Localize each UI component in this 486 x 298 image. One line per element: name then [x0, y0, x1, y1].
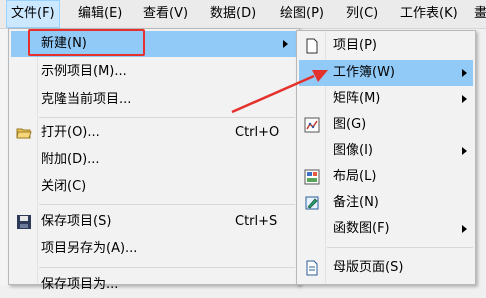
menu-worksheet[interactable]: 工作表(K)	[396, 0, 462, 28]
menu-item-label: 备注(N)	[333, 195, 379, 210]
menu-bar: 文件(F) 编辑(E) 查看(V) 数据(D) 绘图(P) 列(C) 工作表(K…	[0, 0, 486, 29]
menu-item-clone-project[interactable]: 克隆当前项目...	[11, 87, 297, 113]
menu-item-label: 图(G)	[333, 117, 367, 132]
menu-item-label: 示例项目(M)...	[41, 64, 127, 79]
menu-separator	[327, 247, 473, 248]
open-folder-icon	[16, 128, 32, 139]
menu-item-label: 布局(L)	[333, 169, 377, 184]
graph-icon	[304, 117, 320, 133]
menu-item-label: 母版页面(S)	[333, 260, 404, 275]
submenu-item-image[interactable]: 图像(I)	[299, 138, 473, 164]
menu-item-label: 图像(I)	[333, 143, 373, 158]
menu-item-label: 关闭(C)	[41, 179, 87, 194]
layout-icon	[304, 169, 320, 185]
submenu-item-master-page[interactable]: 母版页面(S)	[299, 255, 473, 281]
menu-separator	[39, 117, 295, 118]
menu-item-save-project-partial[interactable]: 保存项目为...	[11, 272, 297, 298]
menu-item-save-project-as[interactable]: 项目另存为(A)...	[11, 236, 297, 262]
new-submenu: 项目(P) 工作簿(W) 矩阵(M) 图(G) 图像(I) 布局(L) 备注(N…	[296, 30, 476, 285]
blank-page-icon	[306, 38, 318, 54]
menu-item-label: 项目另存为(A)...	[41, 241, 138, 256]
menu-item-open[interactable]: 打开(O)... Ctrl+O	[11, 120, 297, 146]
submenu-arrow-icon	[462, 95, 467, 103]
menu-item-label: 附加(D)...	[41, 152, 100, 167]
menu-edit[interactable]: 编辑(E)	[74, 0, 126, 28]
menu-separator	[39, 204, 295, 205]
menu-plot[interactable]: 绘图(P)	[276, 0, 328, 28]
menu-column[interactable]: 列(C)	[342, 0, 382, 28]
menu-item-label: 保存项目(S)	[41, 214, 112, 229]
submenu-arrow-icon	[462, 147, 467, 155]
menu-item-close[interactable]: 关闭(C)	[11, 174, 297, 200]
submenu-item-notes[interactable]: 备注(N)	[299, 190, 473, 216]
save-disk-icon	[17, 215, 31, 229]
master-page-icon	[306, 260, 318, 276]
menu-format[interactable]: 畫	[470, 0, 486, 28]
menu-item-append[interactable]: 附加(D)...	[11, 147, 297, 173]
menu-item-label: 保存项目为...	[41, 277, 119, 292]
submenu-arrow-icon	[462, 69, 467, 77]
submenu-item-function-graph[interactable]: 函数图(F)	[299, 216, 473, 242]
menu-item-label: 函数图(F)	[333, 221, 390, 236]
menu-item-label: 打开(O)...	[41, 125, 100, 140]
menu-item-label: 工作簿(W)	[333, 65, 395, 80]
notes-icon	[305, 196, 319, 210]
annotation-highlight-box	[28, 29, 145, 56]
menu-item-label: 克隆当前项目...	[41, 92, 132, 107]
submenu-item-project[interactable]: 项目(P)	[299, 33, 473, 59]
menu-item-label: 项目(P)	[333, 38, 377, 53]
menu-view[interactable]: 查看(V)	[139, 0, 192, 28]
file-menu: 新建(N) 示例项目(M)... 克隆当前项目... 打开(O)... Ctrl…	[8, 28, 300, 292]
menu-item-shortcut: Ctrl+O	[235, 125, 280, 140]
menu-item-example-projects[interactable]: 示例项目(M)...	[11, 59, 297, 85]
submenu-arrow-icon	[283, 40, 288, 48]
submenu-arrow-icon	[462, 225, 467, 233]
menu-separator	[39, 267, 295, 268]
submenu-item-workbook[interactable]: 工作簿(W)	[299, 60, 473, 86]
submenu-item-layout[interactable]: 布局(L)	[299, 164, 473, 190]
menu-file[interactable]: 文件(F)	[6, 0, 60, 28]
menu-item-shortcut: Ctrl+S	[235, 214, 278, 229]
menu-data[interactable]: 数据(D)	[206, 0, 260, 28]
submenu-item-matrix[interactable]: 矩阵(M)	[299, 86, 473, 112]
menu-item-save-project[interactable]: 保存项目(S) Ctrl+S	[11, 209, 297, 235]
menu-item-label: 矩阵(M)	[333, 91, 381, 106]
submenu-item-graph[interactable]: 图(G)	[299, 112, 473, 138]
